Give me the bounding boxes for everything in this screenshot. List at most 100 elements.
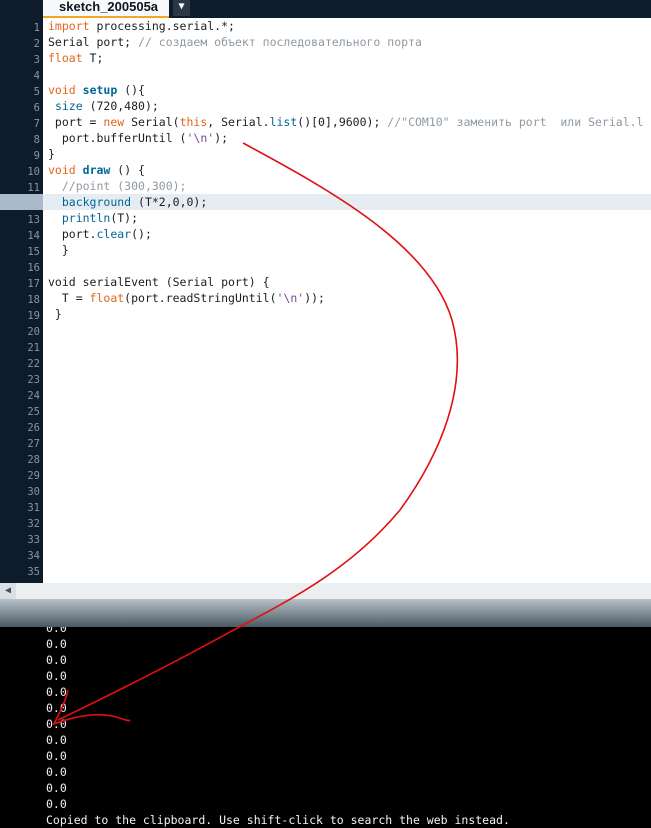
line-number: 6 <box>33 102 40 114</box>
line-number: 31 <box>27 502 40 514</box>
code-line-18: T = float(port.readStringUntil('\n')); <box>48 290 325 306</box>
code-line-1: import processing.serial.*; <box>48 18 235 34</box>
token: Serial port; <box>48 35 139 49</box>
line-number: 29 <box>27 470 40 482</box>
token: Serial( <box>124 115 180 129</box>
console-line: 0.0 <box>46 797 67 811</box>
token: T; <box>82 51 104 65</box>
console-output: 0.0 0.0 0.0 0.0 0.0 0.0 0.0 0.0 0.0 0.0 0.0 0.0 Copi… <box>0 627 651 828</box>
scroll-left-icon[interactable]: ◀ <box>0 583 16 599</box>
code-line-15: } <box>48 242 69 258</box>
token: } <box>48 307 62 321</box>
line-number: 4 <box>33 70 40 82</box>
token: list <box>269 115 298 129</box>
tab-sketch[interactable]: sketch_200505a <box>43 0 169 18</box>
token: println <box>61 211 111 225</box>
token: port. <box>48 227 97 241</box>
token: (720,480); <box>82 99 159 113</box>
line-number: 17 <box>27 278 40 290</box>
token: () { <box>110 163 145 177</box>
line-number: 20 <box>27 326 40 338</box>
console-line: 0.0 <box>46 717 67 731</box>
token: draw <box>82 163 111 177</box>
token: , Serial. <box>207 115 270 129</box>
token: void <box>48 83 76 97</box>
code-line-8: port.bufferUntil ('\n'); <box>48 130 228 146</box>
line-number: 3 <box>33 54 40 66</box>
code-line-5: void setup (){ <box>48 82 145 98</box>
line-number: 2 <box>33 38 40 50</box>
code-line-19: } <box>48 306 62 322</box>
token: )); <box>304 291 325 305</box>
code-line-3: float T; <box>48 50 103 66</box>
token: processing.serial.*; <box>89 19 235 33</box>
token: (port.readStringUntil( <box>124 291 277 305</box>
token: (T); <box>110 211 139 225</box>
line-number: 27 <box>27 438 40 450</box>
token: } <box>48 243 69 257</box>
line-number: 9 <box>33 150 40 162</box>
code-line-9: } <box>48 146 55 162</box>
line-number: 7 <box>33 118 40 130</box>
code-line-7: port = new Serial(this, Serial.list()[0]… <box>48 114 644 130</box>
line-number: 30 <box>27 486 40 498</box>
token: size <box>54 99 83 113</box>
console-line: 0.0 <box>46 781 67 795</box>
token: float <box>48 51 83 65</box>
horizontal-scrollbar[interactable] <box>16 583 651 599</box>
token: this <box>179 115 208 129</box>
line-number: 14 <box>27 230 40 242</box>
code-line-12: background (T*2,0,0); <box>48 194 207 210</box>
line-number-gutter: 1234567891011121314151617181920212223242… <box>0 18 43 583</box>
console-divider[interactable] <box>0 599 651 627</box>
line-number: 25 <box>27 406 40 418</box>
comment: //point (300,300); <box>61 179 187 193</box>
token: import <box>48 19 90 33</box>
line-number: 23 <box>27 374 40 386</box>
line-number: 33 <box>27 534 40 546</box>
line-number: 8 <box>33 134 40 146</box>
line-number: 35 <box>27 566 40 578</box>
token: (); <box>131 227 152 241</box>
token: clear <box>96 227 132 241</box>
comment: //"COM10" заменить port или Serial.l <box>387 115 644 129</box>
code-line-2: Serial port; // создаем объект последова… <box>48 34 422 50</box>
token: ()[0],9600); <box>297 115 388 129</box>
line-number: 1 <box>33 22 40 34</box>
code-line-10: void draw () { <box>48 162 145 178</box>
token: ); <box>214 131 229 145</box>
console-line: 0.0 <box>46 669 67 683</box>
token: (){ <box>117 83 145 97</box>
line-number: 15 <box>27 246 40 258</box>
console-status-message: Copied to the clipboard. Use shift-click… <box>46 813 510 827</box>
tab-menu-icon[interactable]: ▼ <box>173 0 190 16</box>
line-number: 34 <box>27 550 40 562</box>
token: setup <box>82 83 118 97</box>
code-editor[interactable]: import processing.serial.*; Serial port;… <box>43 18 651 583</box>
console-line: 0.0 <box>46 637 67 651</box>
console-line: 0.0 <box>46 701 67 715</box>
code-line-14: port.clear(); <box>48 226 152 242</box>
line-number: 22 <box>27 358 40 370</box>
line-number: 19 <box>27 310 40 322</box>
token: T = <box>48 291 90 305</box>
token: } <box>48 147 55 161</box>
token: float <box>89 291 125 305</box>
line-number: 21 <box>27 342 40 354</box>
token: background <box>61 195 132 209</box>
code-line-17: void serialEvent (Serial port) { <box>48 274 270 290</box>
line-number: 13 <box>27 214 40 226</box>
token: (T*2,0,0); <box>131 195 208 209</box>
console-line: 0.0 <box>46 749 67 763</box>
line-number: 26 <box>27 422 40 434</box>
line-number: 28 <box>27 454 40 466</box>
console-line: 0.0 <box>46 685 67 699</box>
console-line: 0.0 <box>46 627 67 635</box>
token: void serialEvent (Serial port) { <box>48 275 270 289</box>
